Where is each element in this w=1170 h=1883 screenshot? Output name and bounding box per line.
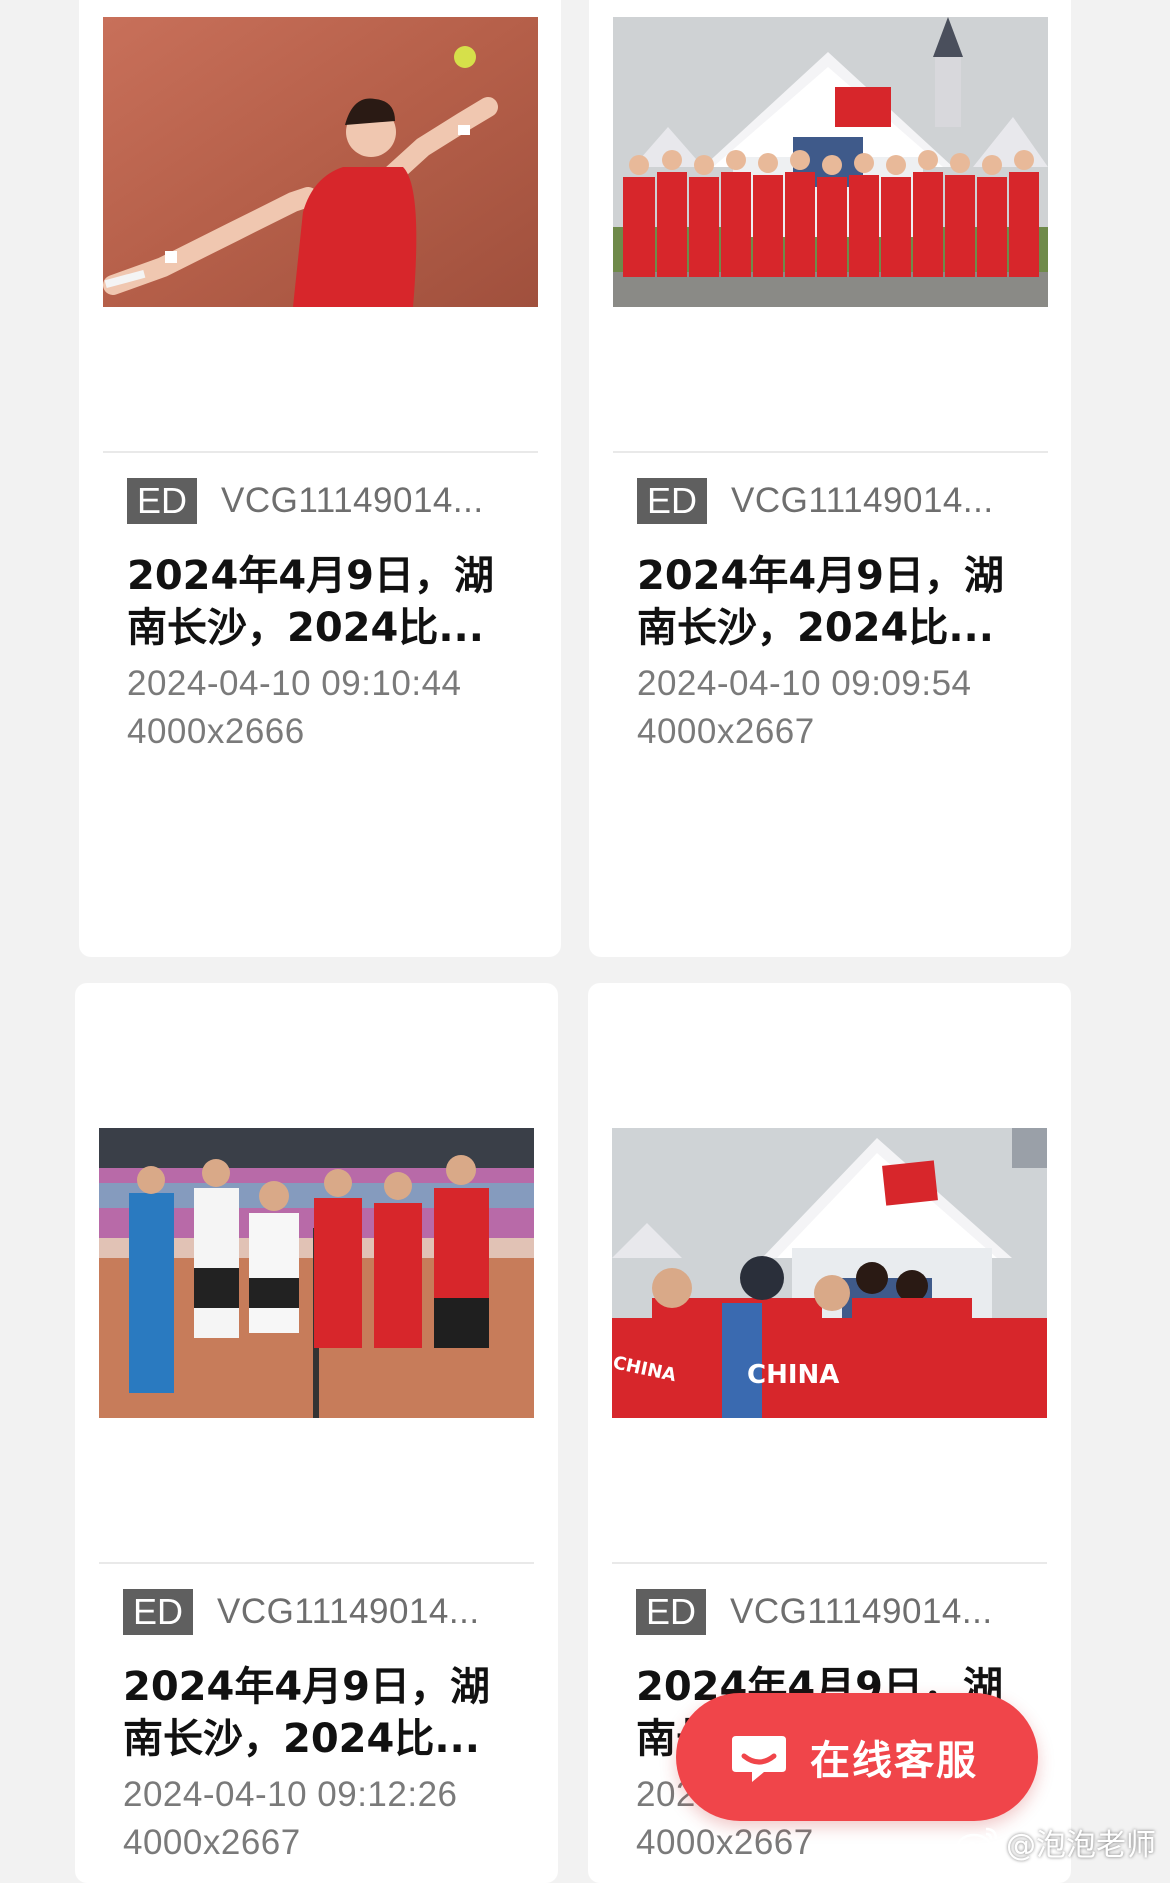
meta-row: ED VCG11149014...: [127, 478, 484, 524]
tennis-serve-image: [103, 17, 538, 307]
card-dimensions: 4000x2667: [636, 1823, 814, 1862]
ed-badge: ED: [123, 1589, 194, 1635]
asset-id: VCG11149014...: [730, 1592, 993, 1631]
online-support-button[interactable]: 在线客服: [676, 1693, 1038, 1821]
card-datetime: 2024-04-10 09:10:44: [127, 664, 462, 703]
ed-badge: ED: [636, 1589, 707, 1635]
svg-text:CHINA: CHINA: [747, 1360, 839, 1390]
asset-id: VCG11149014...: [731, 481, 994, 520]
card-title: 2024年4月9日，湖 南长沙，2024比...: [637, 553, 1004, 651]
asset-id: VCG11149014...: [217, 1592, 480, 1631]
photo-team-huddle[interactable]: CHINA CHINA: [612, 1128, 1047, 1418]
card-title: 2024年4月9日，湖 南长沙，2024比...: [127, 553, 494, 651]
online-support-label: 在线客服: [810, 1738, 978, 1784]
court-lineup-image: [99, 1128, 534, 1418]
card-datetime: 2024-04-10 09:12:26: [123, 1775, 458, 1814]
card-divider: [612, 1562, 1047, 1564]
asset-id: VCG11149014...: [221, 481, 484, 520]
watermark: @泡泡老师: [956, 1820, 1156, 1864]
meta-row: ED VCG11149014...: [637, 478, 994, 524]
watermark-text: @泡泡老师: [1006, 1828, 1156, 1863]
ed-badge: ED: [637, 478, 708, 524]
photo-team-group[interactable]: [613, 17, 1048, 307]
photo-tennis-serve[interactable]: [103, 17, 538, 307]
card-dimensions: 4000x2666: [127, 712, 305, 751]
card-divider: [99, 1562, 534, 1564]
meta-row: ED VCG11149014...: [123, 1589, 480, 1635]
ed-badge: ED: [127, 478, 198, 524]
card-datetime: 2024-04-10 09:09:54: [637, 664, 972, 703]
image-card[interactable]: ED VCG11149014... 2024年4月9日，湖 南长沙，2024比.…: [79, 0, 561, 957]
chat-bubble-icon: [732, 1736, 786, 1782]
weibo-icon: [956, 1827, 998, 1859]
card-dimensions: 4000x2667: [123, 1823, 301, 1862]
image-card[interactable]: ED VCG11149014... 2024年4月9日，湖 南长沙，2024比.…: [75, 983, 558, 1883]
meta-row: ED VCG11149014...: [636, 1589, 993, 1635]
card-dimensions: 4000x2667: [637, 712, 815, 751]
team-huddle-image: CHINA CHINA: [612, 1128, 1047, 1418]
card-divider: [613, 451, 1048, 453]
card-divider: [103, 451, 538, 453]
photo-court-lineup[interactable]: [99, 1128, 534, 1418]
team-group-image: [613, 17, 1048, 307]
image-card[interactable]: ED VCG11149014... 2024年4月9日，湖 南长沙，2024比.…: [589, 0, 1071, 957]
card-title: 2024年4月9日，湖 南长沙，2024比...: [123, 1664, 490, 1762]
